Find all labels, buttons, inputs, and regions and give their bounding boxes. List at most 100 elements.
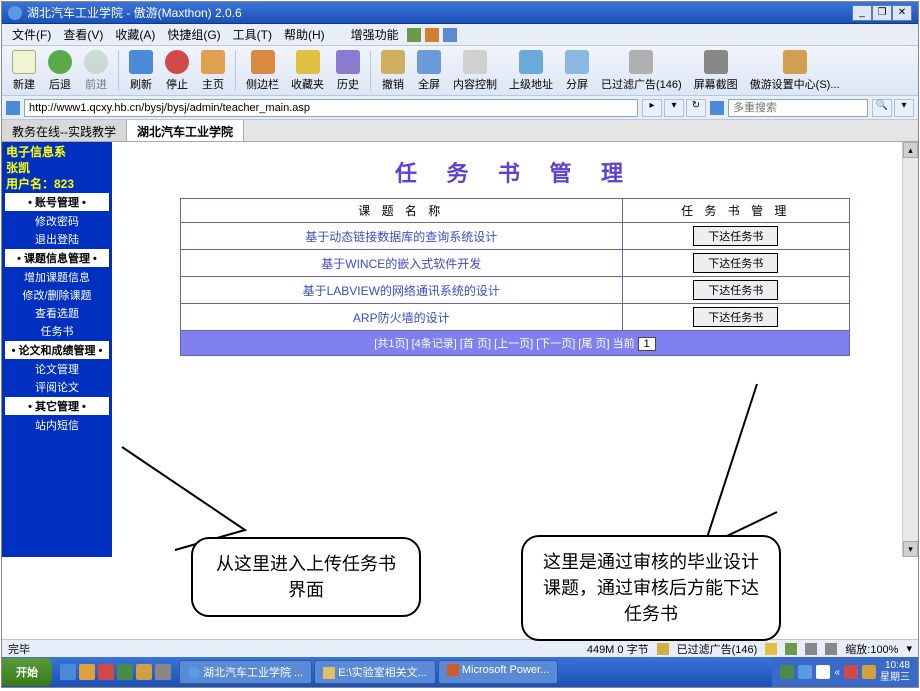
menu-enhance[interactable]: 增强功能 [347, 25, 403, 44]
tray-sound-icon[interactable] [862, 665, 876, 679]
screenshot-button[interactable]: 屏幕截图 [688, 48, 744, 94]
tray-maxthon-icon[interactable] [798, 665, 812, 679]
favorites-button[interactable]: 收藏夹 [285, 48, 330, 94]
tray-shield-icon[interactable] [844, 665, 858, 679]
window-controls: _ ❐ ✕ [852, 5, 912, 21]
popup-icon[interactable] [825, 643, 837, 655]
topic-link[interactable]: 基于WINCE的嵌入式软件开发 [321, 257, 481, 271]
url-input[interactable] [24, 99, 638, 117]
app-icon-3[interactable] [136, 664, 152, 680]
search-icon[interactable] [710, 101, 724, 115]
link-taskbook[interactable]: 任务书 [2, 322, 112, 340]
stop-button[interactable]: 停止 [159, 48, 195, 94]
col-topic-name: 课 题 名 称 [181, 199, 623, 223]
forward-button[interactable]: 前进 [78, 48, 114, 94]
tray-icon-3[interactable] [816, 665, 830, 679]
pager-current[interactable]: 1 [638, 337, 656, 351]
addr-restore[interactable]: ↻ [686, 99, 706, 117]
start-button[interactable]: 开始 [2, 658, 52, 686]
enhance-icon[interactable] [407, 28, 421, 42]
window-title: 湖北汽车工业学院 - 傲游(Maxthon) 2.0.6 [27, 4, 852, 21]
menu-file[interactable]: 文件(F) [8, 25, 55, 44]
link-internal-msg[interactable]: 站内短信 [2, 416, 112, 434]
vertical-scrollbar[interactable]: ▴ ▾ [902, 142, 918, 557]
menu-view[interactable]: 查看(V) [59, 25, 107, 44]
tray-ime-icon[interactable] [780, 665, 794, 679]
link-view-selection[interactable]: 查看选题 [2, 304, 112, 322]
search-input[interactable] [728, 99, 868, 117]
tab-jiaowu[interactable]: 教务在线--实践教学 [2, 120, 127, 141]
sidebar-dept: 电子信息系 [2, 144, 112, 160]
go-button[interactable]: ▸ [642, 99, 662, 117]
content-control-button[interactable]: 内容控制 [447, 48, 503, 94]
menu-help[interactable]: 帮助(H) [280, 25, 329, 44]
search-go[interactable]: 🔍 [872, 99, 892, 117]
search-dropdown[interactable]: ▾ [894, 99, 914, 117]
enhance-icon-2[interactable] [425, 28, 439, 42]
app-icon-4[interactable] [155, 664, 171, 680]
clock[interactable]: 10:48 星期三 [880, 660, 910, 684]
link-modify-topic[interactable]: 修改/删除课题 [2, 286, 112, 304]
link-add-topic[interactable]: 增加课题信息 [2, 268, 112, 286]
new-button[interactable]: 新建 [6, 48, 42, 94]
minimize-button[interactable]: _ [852, 5, 872, 21]
status-adfilter[interactable]: 已过滤广告(146) [677, 641, 758, 657]
link-paper-mgr[interactable]: 论文管理 [2, 360, 112, 378]
enhance-icon-3[interactable] [443, 28, 457, 42]
link-logout[interactable]: 退出登陆 [2, 230, 112, 248]
assign-task-button[interactable]: 下达任务书 [693, 253, 778, 273]
tray-expand-icon[interactable]: « [834, 667, 840, 678]
app-icon-2[interactable] [117, 664, 133, 680]
history-button[interactable]: 历史 [330, 48, 366, 94]
callout-right-tail [702, 382, 782, 552]
table-row: 基于动态链接数据库的查询系统设计 下达任务书 [181, 223, 850, 250]
pager[interactable]: [共1页] [4条记录] [首 页] [上一页] [下一页] [尾 页] 当前 … [181, 331, 850, 356]
section-other: • 其它管理 • [5, 397, 109, 415]
link-change-password[interactable]: 修改密码 [2, 212, 112, 230]
assign-task-button[interactable]: 下达任务书 [693, 280, 778, 300]
task-maxthon[interactable]: 湖北汽车工业学院 ... [179, 660, 312, 684]
menu-tools[interactable]: 工具(T) [229, 25, 276, 44]
ie-icon[interactable] [60, 664, 76, 680]
desktop-icon[interactable] [79, 664, 95, 680]
gear-icon[interactable] [805, 643, 817, 655]
quick-launch [52, 664, 179, 680]
topic-link[interactable]: 基于LABVIEW的网络通讯系统的设计 [303, 284, 500, 298]
task-explorer[interactable]: E:\实验室相关文... [314, 660, 436, 684]
restore-button[interactable]: ❐ [872, 5, 892, 21]
lightning-icon[interactable] [765, 643, 777, 655]
sidebar-button[interactable]: 侧边栏 [240, 48, 285, 94]
zoom-dropdown-icon[interactable]: ▾ [906, 642, 912, 655]
assign-task-button[interactable]: 下达任务书 [693, 307, 778, 327]
close-button[interactable]: ✕ [892, 5, 912, 21]
task-powerpoint[interactable]: Microsoft Power... [438, 660, 558, 684]
tab-bar: 教务在线--实践教学 湖北汽车工业学院 [2, 120, 918, 142]
addr-dropdown[interactable]: ▾ [664, 99, 684, 117]
undo-button[interactable]: 撤销 [375, 48, 411, 94]
status-zoom[interactable]: 缩放:100% [845, 641, 898, 657]
adfilter-button[interactable]: 已过滤广告(146) [595, 48, 688, 94]
app-icon-1[interactable] [98, 664, 114, 680]
scroll-down-icon[interactable]: ▾ [903, 541, 918, 557]
assign-task-button[interactable]: 下达任务书 [693, 226, 778, 246]
topic-link[interactable]: ARP防火墙的设计 [353, 311, 450, 325]
tab-hbqcxy[interactable]: 湖北汽车工业学院 [127, 120, 244, 141]
scroll-up-icon[interactable]: ▴ [903, 142, 918, 158]
refresh-button[interactable]: 刷新 [123, 48, 159, 94]
menu-favorites[interactable]: 收藏(A) [111, 25, 159, 44]
back-button[interactable]: 后退 [42, 48, 78, 94]
system-tray: « 10:48 星期三 [772, 657, 918, 687]
status-bytes: 449M 0 字节 [587, 641, 649, 657]
topic-link[interactable]: 基于动态链接数据库的查询系统设计 [305, 230, 497, 244]
fullscreen-button[interactable]: 全屏 [411, 48, 447, 94]
super-address-button[interactable]: 上级地址 [503, 48, 559, 94]
shield-icon[interactable] [785, 643, 797, 655]
menu-quickgroup[interactable]: 快捷组(G) [163, 25, 224, 44]
link-review-paper[interactable]: 评阅论文 [2, 378, 112, 396]
pager-row: [共1页] [4条记录] [首 页] [上一页] [下一页] [尾 页] 当前 … [181, 331, 850, 356]
home-button[interactable]: 主页 [195, 48, 231, 94]
split-button[interactable]: 分屏 [559, 48, 595, 94]
content-area: 电子信息系 张凯 用户名：823 • 账号管理 • 修改密码 退出登陆 • 课题… [2, 142, 918, 557]
settings-button[interactable]: 傲游设置中心(S)... [744, 48, 846, 94]
sidebar: 电子信息系 张凯 用户名：823 • 账号管理 • 修改密码 退出登陆 • 课题… [2, 142, 112, 557]
